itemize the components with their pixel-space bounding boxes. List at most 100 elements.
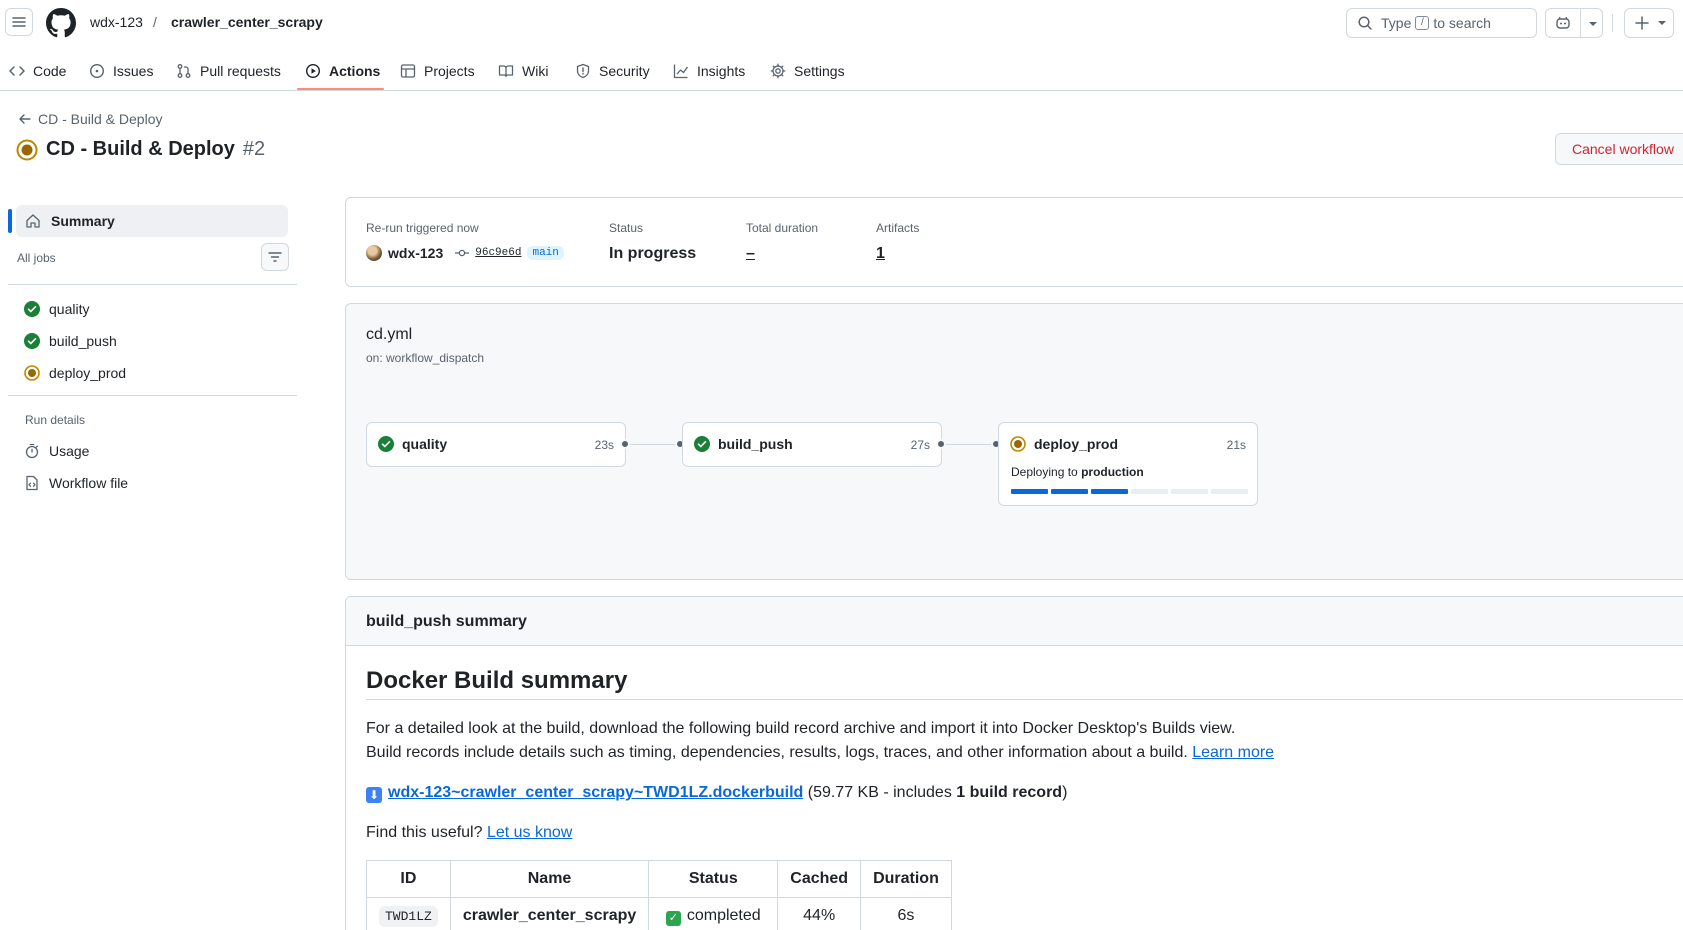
tab-settings-label: Settings xyxy=(794,63,845,79)
cell-status: ✓ completed xyxy=(648,897,779,930)
duration-value[interactable]: – xyxy=(746,245,818,263)
github-logo-icon[interactable] xyxy=(46,8,76,38)
back-to-workflow-link[interactable]: CD - Build & Deploy xyxy=(18,111,163,127)
summary-header-title: build_push summary xyxy=(366,613,527,630)
summary-header: build_push summary xyxy=(346,597,1683,646)
tab-actions[interactable]: Actions xyxy=(297,56,388,86)
job-duration: 27s xyxy=(910,438,930,452)
column-header: Status xyxy=(648,860,779,898)
job-card-quality[interactable]: quality 23s xyxy=(366,422,626,467)
connector-dot xyxy=(620,439,630,449)
branch-label[interactable]: main xyxy=(527,246,564,260)
menu-button[interactable] xyxy=(5,8,33,36)
summary-paragraph-1: For a detailed look at the build, downlo… xyxy=(366,720,1236,737)
check-mark-icon: ✓ xyxy=(665,910,681,926)
sidebar-item-usage[interactable]: Usage xyxy=(24,440,89,462)
status-label: Status xyxy=(609,221,644,235)
tab-projects-label: Projects xyxy=(424,63,475,79)
job-card-build-push[interactable]: build_push 27s xyxy=(682,422,942,467)
learn-more-link[interactable]: Learn more xyxy=(1192,744,1274,761)
build-table: ID Name Status Cached Duration TWD1LZ cr… xyxy=(366,860,952,930)
breadcrumb-separator: / xyxy=(153,14,157,30)
run-details-heading: Run details xyxy=(25,413,86,427)
trigger-label: Re-run triggered now xyxy=(366,221,479,235)
tab-security[interactable]: Security xyxy=(567,56,658,86)
tab-code-label: Code xyxy=(33,63,67,79)
actor-link[interactable]: wdx-123 xyxy=(388,245,443,261)
dockerbuild-download-link[interactable]: wdx-123~crawler_center_scrapy~TWD1LZ.doc… xyxy=(388,784,803,801)
sidebar-summary-label: Summary xyxy=(51,213,115,229)
git-commit-icon xyxy=(455,249,470,257)
connector-line xyxy=(946,444,991,445)
tab-wiki-label: Wiki xyxy=(522,63,549,79)
tab-issues[interactable]: Issues xyxy=(81,56,161,86)
sidebar-job-quality[interactable]: quality xyxy=(24,298,89,320)
sidebar-job-deploy-prod[interactable]: deploy_prod xyxy=(24,362,126,384)
heading-divider xyxy=(366,699,1683,700)
artifacts-label: Artifacts xyxy=(876,221,920,235)
download-meta-prefix: (59.77 KB - includes xyxy=(807,784,952,801)
table-header-row: ID Name Status Cached Duration xyxy=(366,860,952,898)
cell-name: crawler_center_scrapy xyxy=(449,897,650,930)
sidebar-divider xyxy=(8,284,297,285)
tab-insights-label: Insights xyxy=(697,63,746,79)
tab-code[interactable]: Code xyxy=(1,56,74,86)
sidebar-workflow-file-label: Workflow file xyxy=(49,475,129,491)
copilot-divider xyxy=(1580,9,1581,37)
search-icon xyxy=(1358,16,1372,30)
cell-duration: 6s xyxy=(860,897,952,930)
filter-icon xyxy=(268,252,282,262)
tab-pull-requests[interactable]: Pull requests xyxy=(168,56,289,86)
check-circle-fill-icon xyxy=(378,436,394,452)
build-status: completed xyxy=(686,906,761,924)
duration-info: Total duration – xyxy=(746,221,818,263)
sidebar-divider xyxy=(8,395,297,396)
artifacts-count-link[interactable]: 1 xyxy=(876,245,919,263)
copilot-button[interactable] xyxy=(1545,8,1603,38)
tab-settings[interactable]: Settings xyxy=(762,56,853,86)
artifacts-info: Artifacts 1 xyxy=(876,221,919,263)
duration-label: Total duration xyxy=(746,221,819,235)
tab-issues-label: Issues xyxy=(113,63,154,79)
search-input[interactable]: Type / to search xyxy=(1346,8,1537,38)
feedback-line: Find this useful? Let us know xyxy=(366,824,572,842)
search-shortcut-key: / xyxy=(1415,16,1430,30)
sidebar-item-summary[interactable]: Summary xyxy=(16,205,288,237)
job-duration: 21s xyxy=(1226,438,1246,452)
tab-wiki[interactable]: Wiki xyxy=(490,56,556,86)
download-line: ⬇ wdx-123~crawler_center_scrapy~TWD1LZ.do… xyxy=(366,784,1067,803)
deploy-environment: production xyxy=(1081,465,1144,479)
issue-opened-icon xyxy=(89,63,105,79)
run-title-text: CD - Build & Deploy xyxy=(46,138,235,160)
arrow-left-icon xyxy=(19,114,31,124)
create-new-button[interactable] xyxy=(1624,8,1674,38)
summary-paragraph-2-text: Build records include details such as ti… xyxy=(366,744,1188,761)
progress-segment xyxy=(1011,489,1048,494)
cell-cached: 44% xyxy=(777,897,862,930)
status-value: In progress xyxy=(609,245,697,262)
job-card-deploy-prod[interactable]: deploy_prod 21s Deploying to production xyxy=(998,422,1258,506)
progress-segment xyxy=(1131,489,1168,494)
progress-segment xyxy=(1171,489,1208,494)
column-header: Name xyxy=(449,860,650,898)
status-in-progress-icon xyxy=(16,139,38,160)
progress-segment xyxy=(1051,489,1088,494)
sidebar-item-workflow-file[interactable]: Workflow file xyxy=(24,472,128,494)
filter-jobs-button[interactable] xyxy=(261,243,289,271)
tab-insights[interactable]: Insights xyxy=(665,56,753,86)
feedback-link[interactable]: Let us know xyxy=(487,824,572,841)
sidebar-job-build-push[interactable]: build_push xyxy=(24,330,117,352)
back-link-label: CD - Build & Deploy xyxy=(38,111,163,127)
commit-sha-link[interactable]: 96c9e6d xyxy=(475,247,521,259)
chevron-down-icon[interactable] xyxy=(1588,19,1598,29)
job-name: deploy_prod xyxy=(1034,436,1119,452)
avatar[interactable] xyxy=(366,245,382,261)
breadcrumb-repo[interactable]: crawler_center_scrapy xyxy=(171,14,323,30)
plus-icon xyxy=(1635,16,1649,30)
breadcrumb-owner[interactable]: wdx-123 xyxy=(90,14,143,30)
cancel-workflow-button[interactable]: Cancel workflow xyxy=(1555,133,1683,165)
tab-projects[interactable]: Projects xyxy=(392,56,483,86)
deploy-environment-text: Deploying to production xyxy=(1011,465,1144,479)
check-circle-fill-icon xyxy=(24,333,40,349)
code-icon xyxy=(9,66,25,76)
